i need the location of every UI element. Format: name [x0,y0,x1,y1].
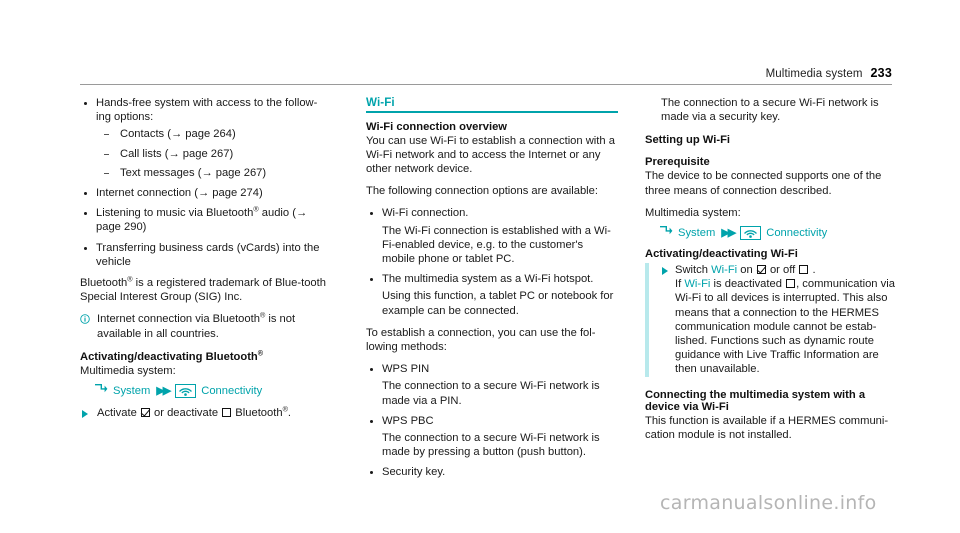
features-sublist: Contacts (→ page 264) Call lists (→ page… [96,127,332,180]
action-prefix: Switch [675,264,708,277]
method-detail: The connection to a secure Wi-Fi network… [382,380,600,407]
double-chevron-icon: ▶▶ [721,226,736,239]
wifi-link[interactable]: Wi-Fi [684,278,710,290]
section-heading-wifi: Wi-Fi [366,96,395,109]
multimedia-system-label: Multimedia system: [80,364,176,377]
connection-methods-list: WPS PIN The connection to a secure Wi-Fi… [366,362,618,479]
checkbox-unchecked-icon[interactable] [799,265,809,275]
method-title: Security key. [382,466,446,479]
wifi-deactivated-warning: If Wi-Fi is deactivated , communication … [662,277,897,376]
section-heading-underline [366,111,618,113]
nav-path-item-system[interactable]: System [113,384,150,399]
list-item: WPS PIN The connection to a secure Wi-Fi… [366,362,618,408]
prerequisite-heading: Prerequisite [645,156,710,169]
method-title: WPS PIN [382,363,430,376]
left-column: Hands-free system with access to the fol… [80,96,332,426]
wifi-switch-highlight-block: Switch Wi-Fi on or off . If Wi-Fi is dea… [645,263,897,377]
list-item: Hands-free system with access to the fol… [80,96,332,180]
warning-lead-if: If [675,278,682,291]
right-column: The connection to a secure Wi-Fi network… [645,96,897,450]
action-mid2: or off [769,264,796,277]
nav-path-wifi[interactable]: System ▶▶ Connectivity [659,225,897,241]
header-divider [80,84,892,85]
bluetooth-trademark-paragraph: Bluetooth® is a registered trademark of … [80,274,326,304]
checkbox-checked-icon[interactable] [756,265,766,275]
option-title: The multimedia system as a Wi-Fi hotspot… [382,273,594,286]
prerequisite-paragraph: The device to be connected supports one … [645,170,882,197]
activating-wifi-heading: Activating/deactivating Wi-Fi [645,248,798,261]
action-suffix: . [812,264,816,277]
action-triangle-icon [662,267,668,276]
nav-path-item-system[interactable]: System [678,226,715,241]
list-item: Listening to music via Bluetooth® audio … [80,205,332,234]
warning-lead-rest: is deactivated [713,278,782,291]
connection-options-list: Wi-Fi connection. The Wi-Fi connection i… [366,206,618,317]
info-note-text: Internet connection via Bluetooth® is no… [97,310,296,340]
connection-options-intro: The following connection options are ava… [366,185,598,198]
action-prefix: Activate [97,407,137,420]
features-list: Hands-free system with access to the fol… [80,96,332,269]
setting-up-wifi-heading: Setting up Wi-Fi [645,134,731,147]
option-detail: Using this function, a tablet PC or note… [382,290,614,317]
method-detail: The connection to a secure Wi-Fi network… [382,432,600,459]
wifi-icon [740,226,762,241]
info-icon [80,314,90,324]
activating-bluetooth-heading: Activating/deactivating Bluetooth® [80,348,264,363]
list-item: Call lists (→ page 267) [96,147,332,161]
action-triangle-icon [82,410,88,419]
list-item: Text messages (→ page 267) [96,166,332,180]
wifi-icon [175,384,197,399]
action-middle: or deactivate [154,407,219,420]
list-item: Contacts (→ page 264) [96,127,332,141]
nav-path-item-connectivity[interactable]: Connectivity [766,226,827,241]
switch-wifi-action: Switch Wi-Fi on or off . [662,263,897,277]
activate-bluetooth-action: Activate or deactivate Bluetooth®. [80,404,332,420]
page-number: 233 [870,66,892,80]
checkbox-unchecked-icon[interactable] [222,408,232,418]
double-chevron-icon: ▶▶ [156,384,171,397]
warning-rest: , communication via Wi-Fi to all devices… [675,278,895,376]
wifi-overview-paragraph: You can use Wi-Fi to establish a connect… [366,134,615,175]
option-detail: The Wi-Fi connection is established with… [382,224,611,266]
list-item: WPS PBC The connection to a secure Wi-Fi… [366,414,618,460]
middle-column: Wi-Fi Wi-Fi connection overview You can … [366,96,618,486]
list-item-label: Hands-free system with access to the fol… [96,97,318,124]
checkbox-checked-icon[interactable] [140,408,150,418]
connecting-device-paragraph: This function is available if a HERMES c… [645,414,889,441]
corner-arrow-icon [94,383,108,399]
multimedia-system-label: Multimedia system: [645,206,741,219]
list-item: Internet connection (→ page 274) [80,186,332,200]
connecting-device-heading: Connecting the multimedia system with a … [645,388,866,413]
list-item: The multimedia system as a Wi-Fi hotspot… [366,272,618,318]
list-item: Security key. [366,465,618,479]
content-columns: Hands-free system with access to the fol… [80,96,895,478]
header-section-title: Multimedia system [765,68,863,80]
info-note: Internet connection via Bluetooth® is no… [80,312,332,340]
watermark: carmanualsonline.info [660,492,877,514]
wifi-overview-heading: Wi-Fi connection overview [366,120,508,133]
action-suffix: Bluetooth®. [235,404,291,420]
action-mid1: on [740,264,753,277]
nav-path-item-connectivity[interactable]: Connectivity [201,384,262,399]
nav-path-bluetooth[interactable]: System ▶▶ Connectivity [94,383,332,399]
methods-intro: To establish a connection, you can use t… [366,326,596,354]
method-title: WPS PBC [382,414,434,427]
list-item: Wi-Fi connection. The Wi-Fi connection i… [366,206,618,266]
checkbox-unchecked-icon[interactable] [786,279,796,289]
option-title: Wi-Fi connection. [382,207,469,220]
page-header: Multimedia system 233 [80,66,892,85]
corner-arrow-icon [659,225,673,241]
security-key-detail: The connection to a secure Wi-Fi network… [661,97,879,124]
list-item: Transferring business cards (vCards) int… [80,241,332,269]
wifi-link[interactable]: Wi-Fi [711,264,737,276]
